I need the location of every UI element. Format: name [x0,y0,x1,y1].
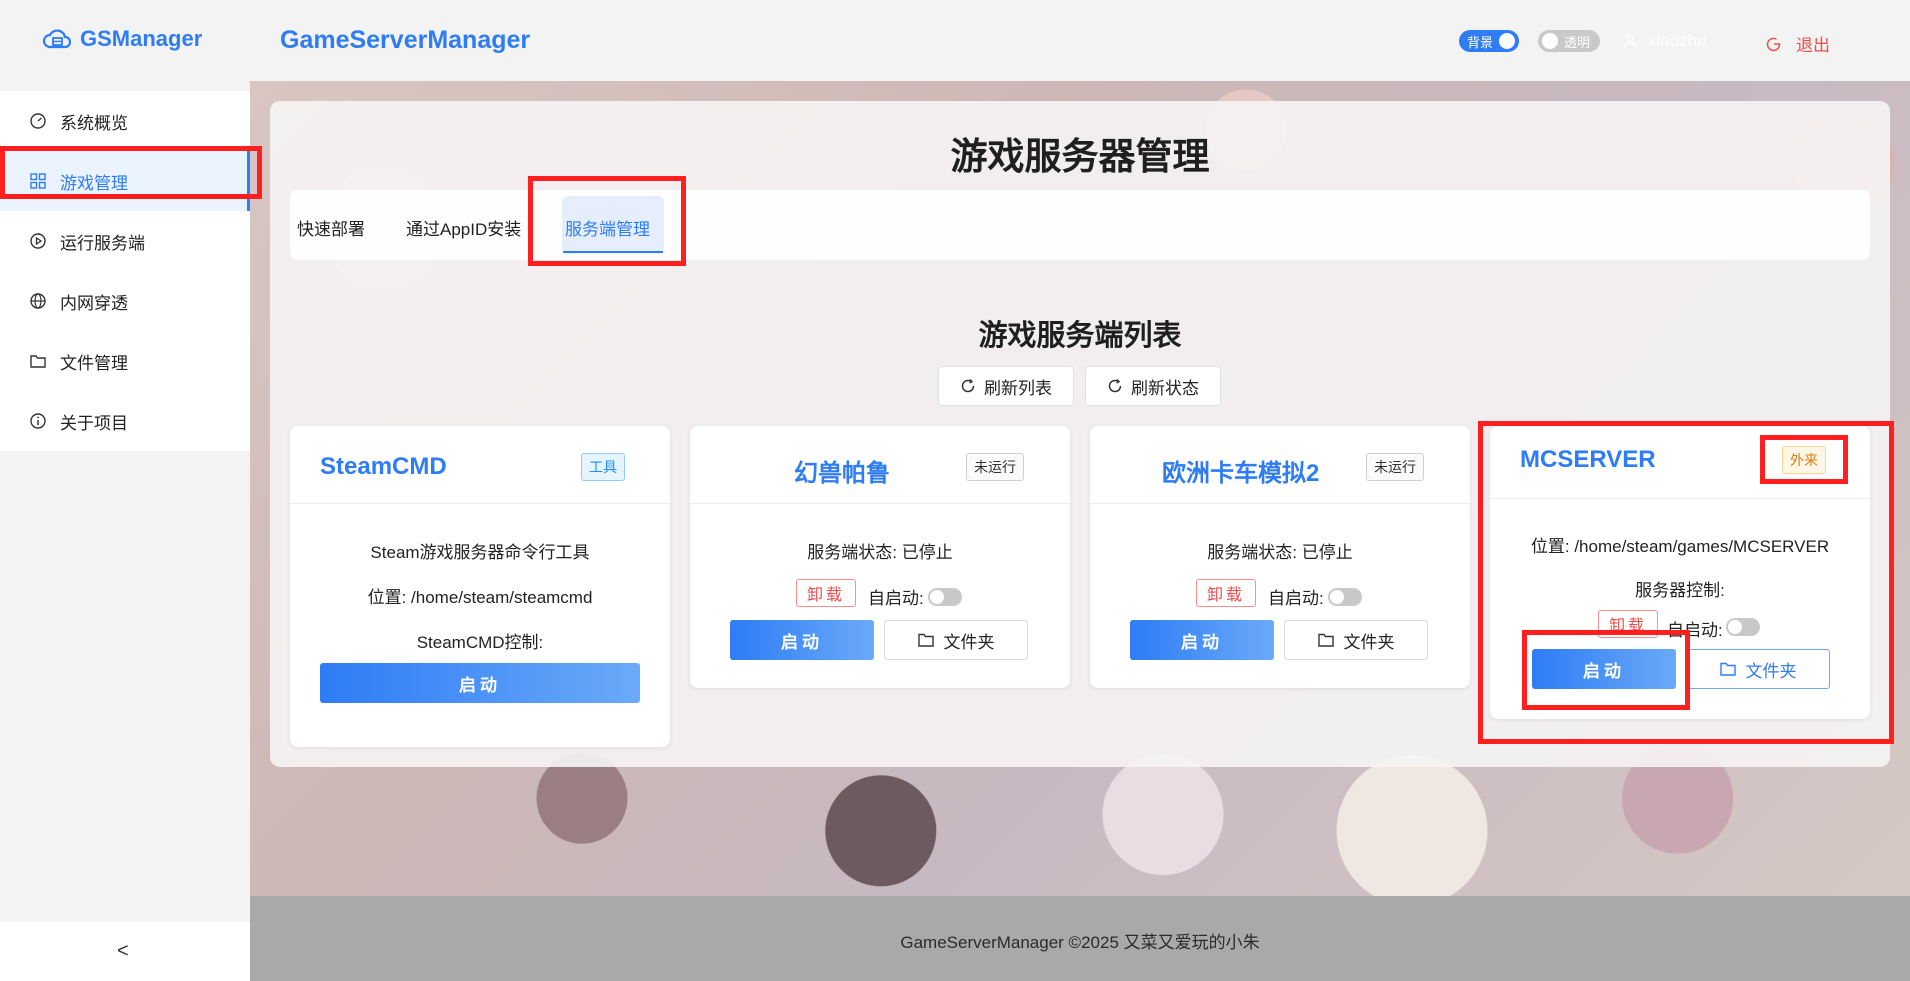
server-list-title: 游戏服务端列表 [978,320,1182,352]
transparency-toggle[interactable]: 透明 [1538,30,1600,52]
info-icon [30,413,46,429]
cloud-server-icon [42,29,72,49]
tab-quick-deploy[interactable]: 快速部署 [297,215,365,240]
card-control-label: 服务器控制: [1635,581,1725,600]
logo[interactable]: GSManager [42,26,202,52]
user-info[interactable]: xiaozhu [1622,31,1707,51]
collapse-sidebar-button[interactable]: < [117,940,129,963]
background-toggle[interactable]: 背景 [1459,30,1519,52]
page-title: 游戏服务器管理 [950,136,1210,177]
autostart-switch[interactable] [1726,618,1760,636]
tool-badge: 工具 [581,453,625,481]
sidebar-item-label: 系统概览 [60,113,128,133]
play-circle-icon [30,233,46,249]
external-badge: 外来 [1782,446,1826,474]
logout-button[interactable]: 退出 [1766,31,1830,56]
toggle-knob [1499,33,1515,49]
background-toggle-label: 背景 [1467,34,1494,50]
sidebar-item-label: 游戏管理 [60,173,128,193]
folder-icon [1719,662,1736,676]
dashboard-icon [30,113,46,129]
tab-install-by-appid[interactable]: 通过AppID安装 [406,215,521,240]
toggle-knob [1542,33,1558,49]
server-card-steamcmd: SteamCMD 工具 Steam游戏服务器命令行工具 位置: /home/st… [290,426,670,747]
card-status: 服务端状态: 已停止 [807,543,953,562]
folder-label: 文件夹 [1745,661,1797,681]
uninstall-button[interactable]: 卸载 [796,579,856,607]
sidebar: 系统概览 游戏管理 运行服务端 内网穿透 文件管理 关于项目 [0,91,250,451]
folder-button[interactable]: 文件夹 [1284,620,1428,660]
sidebar-item-label: 内网穿透 [60,293,128,313]
refresh-list-label: 刷新列表 [984,378,1052,398]
card-location: 位置: /home/steam/games/MCSERVER [1530,537,1830,556]
tab-server-management[interactable]: 服务端管理 [565,215,650,240]
sidebar-item-label: 运行服务端 [60,233,145,253]
start-button[interactable]: 启动 [320,663,640,703]
card-title: 欧洲卡车模拟2 [1162,460,1320,487]
sidebar-item-about[interactable]: 关于项目 [0,391,250,451]
sidebar-item-run-server[interactable]: 运行服务端 [0,211,250,271]
card-title: 幻兽帕鲁 [794,460,890,487]
logout-icon [1766,37,1781,51]
sidebar-item-label: 文件管理 [60,353,128,373]
logout-label: 退出 [1796,36,1830,55]
start-button[interactable]: 启动 [1532,649,1676,689]
sidebar-item-label: 关于项目 [60,413,128,433]
sidebar-item-tunnel[interactable]: 内网穿透 [0,271,250,331]
start-button[interactable]: 启动 [1130,620,1274,660]
folder-icon [917,633,934,647]
top-header: GSManager GameServerManager 背景 透明 xiaozh… [0,0,1910,81]
sidebar-item-overview[interactable]: 系统概览 [0,91,250,151]
refresh-icon [1108,379,1122,393]
status-badge: 未运行 [1366,453,1424,481]
tab-bar: 快速部署 通过AppID安装 服务端管理 [290,190,1870,260]
server-card-mcserver: MCSERVER 外来 位置: /home/steam/games/MCSERV… [1490,426,1870,719]
card-status: 服务端状态: 已停止 [1207,543,1353,562]
username: xiaozhu [1648,31,1707,50]
active-tab-indicator [563,251,663,253]
uninstall-button[interactable]: 卸载 [1196,579,1256,607]
autostart-label: 自启动: [1268,589,1324,608]
refresh-status-button[interactable]: 刷新状态 [1085,366,1221,406]
card-description: Steam游戏服务器命令行工具 [370,543,590,562]
folder-label: 文件夹 [1343,632,1395,652]
card-title: SteamCMD [320,453,447,480]
autostart-label: 自启动: [868,589,924,608]
folder-label: 文件夹 [943,632,995,652]
folder-icon [1317,633,1334,647]
sidebar-item-file-management[interactable]: 文件管理 [0,331,250,391]
folder-button[interactable]: 文件夹 [884,620,1028,660]
grid-icon [30,173,46,189]
autostart-switch[interactable] [928,588,962,606]
folder-button[interactable]: 文件夹 [1686,649,1830,689]
autostart-label: 自启动: [1667,621,1723,640]
server-card-ets2: 欧洲卡车模拟2 未运行 服务端状态: 已停止 卸载 自启动: 启动 文件夹 [1090,426,1470,688]
autostart-switch[interactable] [1328,588,1362,606]
logo-text: GSManager [80,26,203,51]
status-badge: 未运行 [966,453,1024,481]
uninstall-button[interactable]: 卸载 [1598,610,1658,638]
card-title: MCSERVER [1520,446,1656,473]
refresh-icon [961,379,975,393]
footer-text: GameServerManager ©2025 又菜又爱玩的小朱 [900,933,1260,952]
app-title: GameServerManager [280,26,531,54]
server-card-palworld: 幻兽帕鲁 未运行 服务端状态: 已停止 卸载 自启动: 启动 文件夹 [690,426,1070,688]
card-location: 位置: /home/steam/steamcmd [367,588,593,607]
refresh-status-label: 刷新状态 [1131,378,1199,398]
transparency-toggle-label: 透明 [1564,34,1591,50]
folder-icon [30,355,46,368]
refresh-list-button[interactable]: 刷新列表 [938,366,1074,406]
globe-icon [30,293,46,309]
start-button[interactable]: 启动 [730,620,874,660]
card-control-label: SteamCMD控制: [416,633,544,652]
sidebar-item-game-management[interactable]: 游戏管理 [0,151,250,211]
user-icon [1623,34,1637,49]
